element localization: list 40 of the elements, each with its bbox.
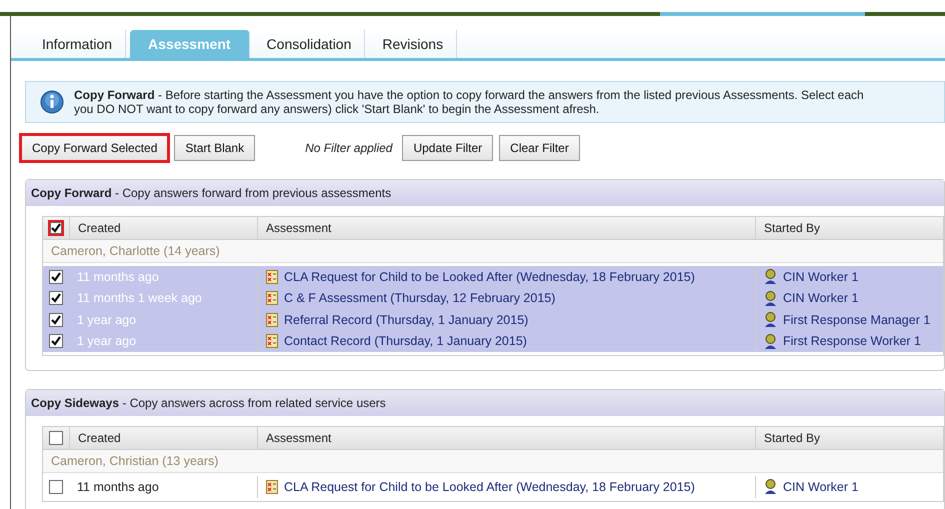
info-text: Copy Forward - Before starting the Assessment you have the option to copy forward the answers from the listed previous Assessments. Select each	[74, 88, 864, 102]
user-link[interactable]: First Response Worker 1	[783, 334, 922, 348]
assessment-link[interactable]: C & F Assessment (Thursday, 12 February 2015)	[284, 291, 556, 306]
filter-button[interactable]: Clear Filter	[499, 135, 580, 161]
table-row[interactable]: 11 months ago CLA Request for Child to be Looked After (Wednesday, 18 February 2015) CIN Worker 1	[43, 476, 943, 498]
created-text: 1 year ago	[77, 312, 136, 327]
tab[interactable]: Information	[29, 30, 126, 58]
tab[interactable]: Consolidation	[254, 30, 366, 58]
filter-button[interactable]: Update Filter	[402, 135, 494, 161]
created-text: 1 year ago	[77, 334, 136, 348]
assessment-link[interactable]: Contact Record (Thursday, 1 January 2015)	[284, 334, 527, 348]
tab[interactable]: Revisions	[369, 30, 458, 58]
user-link[interactable]: First Response Manager 1	[783, 312, 930, 327]
group-label: Cameron, Christian (13 years)	[51, 454, 218, 468]
created-text: 11 months ago	[77, 480, 159, 494]
filter-status: No Filter applied	[305, 141, 392, 155]
column-header[interactable]: Assessment	[257, 217, 755, 239]
created-text: 11 months ago	[77, 270, 159, 284]
table-row[interactable]: 1 year ago Referral Record (Thursday, 1 January 2015) First Response Manager 1	[43, 309, 943, 330]
assessment-link[interactable]: CLA Request for Child to be Looked After (Wednesday, 18 February 2015)	[284, 270, 695, 284]
table-row[interactable]: 11 months 1 week ago C & F Assessment (Thursday, 12 February 2015) CIN Worker 1	[43, 288, 943, 309]
created-text: 11 months 1 week ago	[77, 291, 202, 306]
toolbar-button[interactable]: Start Blank	[174, 135, 256, 161]
column-header[interactable]: Created	[69, 427, 257, 449]
group-label: Cameron, Charlotte (14 years)	[51, 244, 220, 258]
panel-title: Copy Forward - Copy answers forward from previous assessments	[31, 186, 392, 200]
user-link[interactable]: CIN Worker 1	[783, 291, 858, 306]
column-header[interactable]: Assessment	[257, 427, 755, 449]
user-link[interactable]: CIN Worker 1	[783, 480, 858, 494]
toolbar-button[interactable]: Copy Forward Selected	[21, 135, 168, 161]
column-header[interactable]: Started By	[755, 427, 943, 449]
assessment-link[interactable]: CLA Request for Child to be Looked After (Wednesday, 18 February 2015)	[284, 480, 695, 494]
column-header[interactable]: Created	[69, 217, 257, 239]
table-row[interactable]: 1 year ago Contact Record (Thursday, 1 January 2015) First Response Worker 1	[43, 330, 943, 352]
user-link[interactable]: CIN Worker 1	[783, 270, 858, 284]
assessment-link[interactable]: Referral Record (Thursday, 1 January 2015)	[284, 312, 528, 327]
table-row[interactable]: 11 months ago CLA Request for Child to be Looked After (Wednesday, 18 February 2015) CIN Worker 1	[43, 266, 943, 288]
column-header[interactable]: Started By	[755, 217, 943, 239]
info-text: you DO NOT want to copy forward any answers) click 'Start Blank' to begin the Assessment afresh.	[74, 102, 600, 116]
panel-title: Copy Sideways - Copy answers across from related service users	[31, 396, 386, 410]
